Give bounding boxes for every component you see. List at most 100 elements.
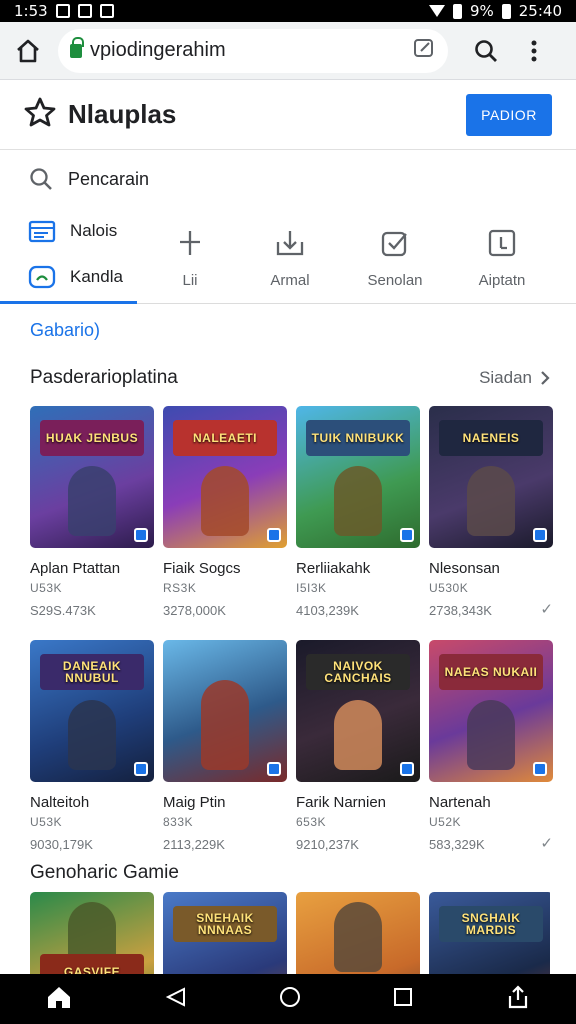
search-entry[interactable]: Pencarain (28, 162, 149, 196)
lock-icon (70, 36, 84, 58)
game-card[interactable]: NALEAETI Fiaik Sogcs RS3K 3278,000K (163, 406, 287, 618)
game-card[interactable]: NAENEIS Nlesonsan U530K 2738,343K ✓ (429, 406, 553, 618)
game-character (201, 680, 249, 770)
circle-icon[interactable] (278, 985, 302, 1014)
game-card[interactable]: SNGHAIK MARDIS (429, 892, 550, 974)
game-size: U530K (429, 581, 469, 595)
badge-icon (533, 762, 547, 776)
badge-icon (400, 528, 414, 542)
page-title: Nlauplas (68, 99, 177, 129)
game-downloads: 4103,239K (296, 603, 359, 618)
url-bar[interactable]: vpiodingerahim (58, 28, 448, 73)
game-character (334, 700, 382, 770)
section-label[interactable]: Gabario) (30, 320, 100, 341)
active-tab-indicator (0, 301, 137, 304)
tab-aiptatn[interactable]: Aiptatn (457, 228, 547, 289)
game-row: HUAK JENBUS Aplan Ptattan U53K S29S.473K… (30, 406, 553, 618)
game-title: Farik Narnien (296, 794, 387, 811)
game-thumbnail: HUAK JENBUS (30, 406, 154, 548)
game-size: 833K (163, 815, 194, 829)
tablet-icon (488, 229, 516, 257)
see-all-label: Siadan (479, 368, 532, 387)
tab-label: Aiptatn (478, 272, 526, 289)
badge-icon (134, 528, 148, 542)
signal-icon (501, 3, 511, 19)
star-outline-icon[interactable] (24, 96, 56, 133)
game-character (201, 466, 249, 536)
status-clock: 25:40 (518, 2, 562, 20)
see-all-link[interactable]: Siadan (479, 368, 550, 388)
game-title: Rerliiakahk (296, 560, 371, 577)
tab-label: Armal (270, 272, 310, 289)
game-title: Aplan Ptattan (30, 560, 121, 577)
game-logo: NALEAETI (173, 420, 277, 456)
battery-icon (452, 3, 462, 19)
game-card[interactable]: NAIVOK CANCHAIS Farik Narnien 653K 9210,… (296, 640, 420, 852)
game-thumbnail: TUIK NNIBUKK (296, 406, 420, 548)
game-thumbnail: DANEAIK NNUBUL (30, 640, 154, 782)
share-icon[interactable] (505, 984, 531, 1015)
battery-percent: 9% (469, 2, 494, 20)
game-thumbnail: NAIVOK CANCHAIS (296, 640, 420, 782)
game-logo: TUIK NNIBUKK (306, 420, 410, 456)
game-downloads: 9030,179K (30, 837, 93, 852)
game-character (68, 466, 116, 536)
game-size: U52K (429, 815, 462, 829)
folder-icon (28, 220, 56, 243)
primary-action-button[interactable]: PADIOR (466, 93, 552, 136)
badge-icon (400, 762, 414, 776)
game-character (334, 902, 382, 972)
game-card[interactable]: TUIK NNIBUKK Rerliiakahk I5I3K 4103,239K (296, 406, 420, 618)
game-logo: GASVIFE (40, 954, 144, 974)
plus-icon (180, 231, 200, 255)
bag-icon (77, 4, 92, 18)
game-downloads: 2738,343K (429, 603, 492, 618)
download-icon (276, 231, 304, 256)
game-logo: NAEAS NUKAII (439, 654, 543, 690)
search-icon (30, 168, 52, 190)
game-character (68, 700, 116, 770)
more-vert-icon[interactable] (518, 35, 550, 67)
section-header: Pasderarioplatina Siadan (30, 367, 550, 389)
home-icon[interactable] (12, 35, 44, 67)
game-title: Nartenah (429, 794, 491, 811)
square-icon[interactable] (392, 986, 414, 1013)
game-size: U53K (30, 815, 63, 829)
game-card[interactable]: NAEAS NUKAII Nartenah U52K 583,329K ✓ (429, 640, 553, 852)
url-text: vpiodingerahim (90, 39, 226, 61)
nav-item-store[interactable]: Kandla (28, 264, 123, 290)
game-card[interactable]: SNEHAIK NNNAAS (163, 892, 287, 974)
back-triangle-icon[interactable] (164, 985, 188, 1014)
search-icon[interactable] (470, 35, 502, 67)
photo-icon (55, 4, 70, 18)
game-character (334, 466, 382, 536)
game-downloads: 2113,229K (163, 837, 225, 852)
game-card[interactable]: GASVIFE (30, 892, 154, 974)
status-time: 1:53 (14, 2, 48, 20)
game-character (467, 700, 515, 770)
section-header: Genoharic Gamie (30, 862, 550, 884)
tab-senolan[interactable]: Senolan (350, 228, 440, 289)
game-card[interactable]: HUAK JENBUS Aplan Ptattan U53K S29S.473K (30, 406, 154, 618)
game-size: 653K (296, 815, 327, 829)
browser-toolbar: vpiodingerahim (0, 22, 576, 80)
game-logo: NAENEIS (439, 420, 543, 456)
home-icon[interactable] (45, 984, 73, 1015)
game-logo: HUAK JENBUS (40, 420, 144, 456)
game-thumbnail (163, 640, 287, 782)
tab-armal[interactable]: Armal (245, 228, 335, 289)
game-card[interactable]: DANEAIK NNUBUL Nalteitoh U53K 9030,179K (30, 640, 154, 852)
edit-icon[interactable] (412, 36, 436, 66)
game-downloads: S29S.473K (30, 603, 96, 618)
game-card[interactable]: Maig Ptin 833K 2113,229K (163, 640, 287, 852)
badge-icon (267, 528, 281, 542)
checkmark-icon: ✓ (540, 835, 553, 852)
nav-item-files[interactable]: Nalois (28, 218, 117, 244)
nav-item-label: Kandla (70, 267, 123, 286)
nav-item-label: Nalois (70, 221, 118, 240)
tab-lii[interactable]: Lii (145, 228, 235, 289)
game-card[interactable] (296, 892, 420, 974)
game-size: I5I3K (296, 581, 327, 595)
game-size: U53K (30, 581, 63, 595)
status-bar: 1:53 9% 25:40 (0, 0, 576, 22)
